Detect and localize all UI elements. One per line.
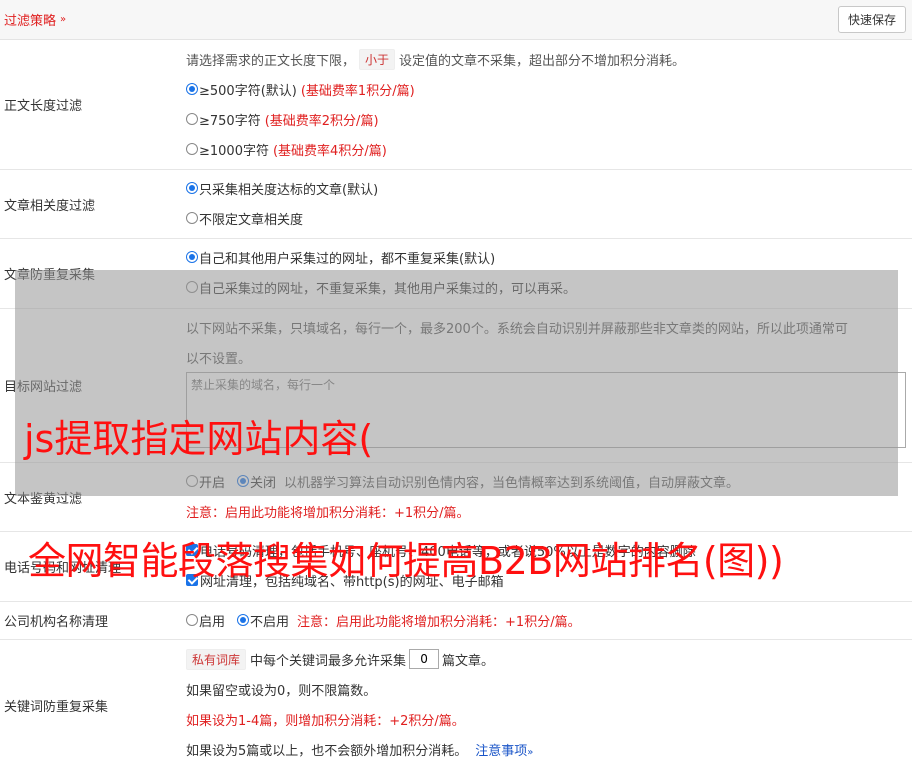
site-filter-desc-2: 以不设置。 xyxy=(186,351,252,367)
keyword-limit-unit: 篇文章。 xyxy=(442,653,495,669)
relevance-filter-label: 文章相关度过滤 xyxy=(4,198,96,214)
radio-selected-icon[interactable] xyxy=(186,251,198,263)
length-option-500[interactable]: ≥500字符(默认) (基础费率1积分/篇) xyxy=(186,74,912,104)
option-label: 自己和其他用户采集过的网址，都不重复采集(默认) xyxy=(199,251,496,267)
keyword-limit-input[interactable] xyxy=(409,649,440,669)
filter-header: 过滤策略 » 快速保存 xyxy=(0,0,912,40)
option-off-label[interactable]: 不启用 xyxy=(250,611,289,630)
watermark-line-2: 全网智能段落搜集如何提高B2B网站排名(图)) xyxy=(28,539,784,583)
radio-icon[interactable] xyxy=(186,113,198,125)
length-desc-pre: 请选择需求的正文长度下限， xyxy=(186,53,356,69)
dedupe-option-self[interactable]: 自己采集过的网址，不重复采集，其他用户采集过的，可以再采。 xyxy=(186,272,912,302)
org-clean-options: 启用 不启用 注意：启用此功能将增加积分消耗：+1积分/篇。 xyxy=(186,605,912,635)
keyword-dedupe-line-3: 如果设为1-4篇，则增加积分消耗：+2积分/篇。 xyxy=(186,713,465,729)
dedupe-label: 文章防重复采集 xyxy=(4,268,96,283)
option-label: 自己采集过的网址，不重复采集，其他用户采集过的，可以再采。 xyxy=(199,281,577,297)
keyword-dedupe-line-1: 私有词库 中每个关键词最多允许采集 篇文章。 xyxy=(186,644,912,674)
option-rate-note: (基础费率2积分/篇) xyxy=(264,113,379,129)
porn-filter-label: 文本鉴黄过滤 xyxy=(4,491,83,507)
porn-filter-note: 注意：启用此功能将增加积分消耗：+1积分/篇。 xyxy=(186,505,470,521)
keyword-dedupe-line-4: 如果设为5篇或以上，也不会额外增加积分消耗。 注意事项» xyxy=(186,734,912,764)
radio-icon[interactable] xyxy=(186,475,198,487)
radio-icon[interactable] xyxy=(186,143,198,155)
filter-strategy-title: 过滤策略 xyxy=(4,14,57,29)
quick-save-button[interactable]: 快速保存 xyxy=(837,6,906,33)
radio-icon[interactable] xyxy=(186,281,198,293)
keyword-dedupe-label: 关键词防重复采集 xyxy=(4,699,109,715)
relevance-filter-row: 文章相关度过滤 只采集相关度达标的文章(默认) 不限定文章相关度 xyxy=(0,170,912,239)
site-filter-desc-1: 以下网站不采集，只填域名，每行一个，最多200个。系统会自动识别并屏蔽那些非文章… xyxy=(186,321,848,337)
notes-link[interactable]: 注意事项» xyxy=(475,740,533,759)
porn-filter-desc: 以机器学习算法自动识别色情内容，当色情概率达到系统阈值，自动屏蔽文章。 xyxy=(284,475,740,491)
filter-strategy-toggle[interactable]: 过滤策略 » xyxy=(4,10,66,29)
org-clean-note: 注意：启用此功能将增加积分消耗：+1积分/篇。 xyxy=(297,614,581,630)
radio-selected-icon[interactable] xyxy=(186,182,198,194)
org-clean-row: 公司机构名称清理 启用 不启用 注意：启用此功能将增加积分消耗：+1积分/篇。 xyxy=(0,602,912,640)
radio-icon[interactable] xyxy=(186,614,198,626)
option-label: ≥500字符(默认) xyxy=(199,83,297,99)
option-label: 不限定文章相关度 xyxy=(199,212,304,228)
porn-filter-options: 开启 关闭 以机器学习算法自动识别色情内容，当色情概率达到系统阈值，自动屏蔽文章… xyxy=(186,466,912,496)
option-label: ≥750字符 xyxy=(199,113,261,129)
watermark-line-1: js提取指定网站内容( xyxy=(24,417,374,461)
radio-selected-icon[interactable] xyxy=(237,614,250,626)
radio-selected-icon[interactable] xyxy=(186,83,198,95)
keyword-dedupe-line-2: 如果留空或设为0，则不限篇数。 xyxy=(186,683,377,699)
option-rate-note: (基础费率1积分/篇) xyxy=(300,83,415,99)
dedupe-row: 文章防重复采集 自己和其他用户采集过的网址，都不重复采集(默认) 自己采集过的网… xyxy=(0,239,912,309)
option-on-label[interactable]: 启用 xyxy=(199,611,225,630)
chevron-down-icon: » xyxy=(60,14,67,25)
radio-icon[interactable] xyxy=(186,212,198,224)
length-option-750[interactable]: ≥750字符 (基础费率2积分/篇) xyxy=(186,104,912,134)
option-label: ≥1000字符 xyxy=(199,143,269,159)
relevance-option-strict[interactable]: 只采集相关度达标的文章(默认) xyxy=(186,173,912,203)
less-than-tag: 小于 xyxy=(359,48,396,70)
option-off-label[interactable]: 关闭 xyxy=(250,472,276,491)
chevron-down-icon: » xyxy=(527,746,534,758)
length-option-1000[interactable]: ≥1000字符 (基础费率4积分/篇) xyxy=(186,134,912,164)
porn-filter-row: 文本鉴黄过滤 开启 关闭 以机器学习算法自动识别色情内容，当色情概率达到系统阈值… xyxy=(0,463,912,532)
length-filter-label: 正文长度过滤 xyxy=(4,99,83,114)
length-filter-row: 正文长度过滤 请选择需求的正文长度下限， 小于 设定值的文章不采集，超出部分不增… xyxy=(0,40,912,170)
keyword-dedupe-line-4-text: 如果设为5篇或以上，也不会额外增加积分消耗。 xyxy=(186,743,468,759)
private-lexicon-tag[interactable]: 私有词库 xyxy=(186,648,247,670)
option-rate-note: (基础费率4积分/篇) xyxy=(272,143,387,159)
notes-link-label: 注意事项 xyxy=(475,743,528,759)
dedupe-option-all[interactable]: 自己和其他用户采集过的网址，都不重复采集(默认) xyxy=(186,242,912,272)
keyword-limit-text: 中每个关键词最多允许采集 xyxy=(250,653,407,669)
keyword-dedupe-row: 关键词防重复采集 私有词库 中每个关键词最多允许采集 篇文章。 如果留空或设为0… xyxy=(0,640,912,768)
option-label: 只采集相关度达标的文章(默认) xyxy=(199,182,379,198)
length-filter-desc: 请选择需求的正文长度下限， 小于 设定值的文章不采集，超出部分不增加积分消耗。 xyxy=(186,44,912,74)
relevance-option-any[interactable]: 不限定文章相关度 xyxy=(186,203,912,233)
org-clean-label: 公司机构名称清理 xyxy=(4,615,109,630)
radio-selected-icon[interactable] xyxy=(237,475,250,487)
option-on-label[interactable]: 开启 xyxy=(199,472,225,491)
length-desc-post: 设定值的文章不采集，超出部分不增加积分消耗。 xyxy=(399,53,686,69)
